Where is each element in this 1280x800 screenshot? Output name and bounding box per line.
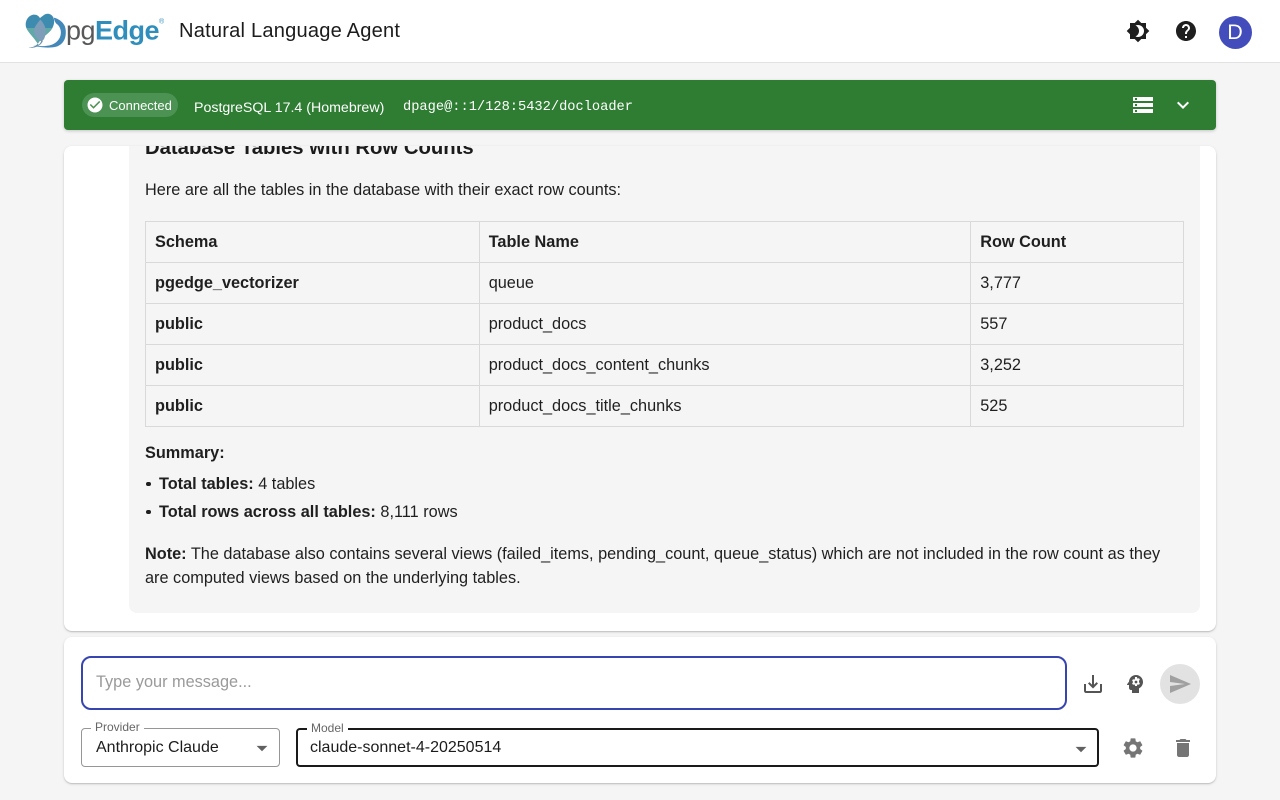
- svg-text:pgEdge: pgEdge: [66, 15, 160, 45]
- svg-text:®: ®: [159, 18, 165, 26]
